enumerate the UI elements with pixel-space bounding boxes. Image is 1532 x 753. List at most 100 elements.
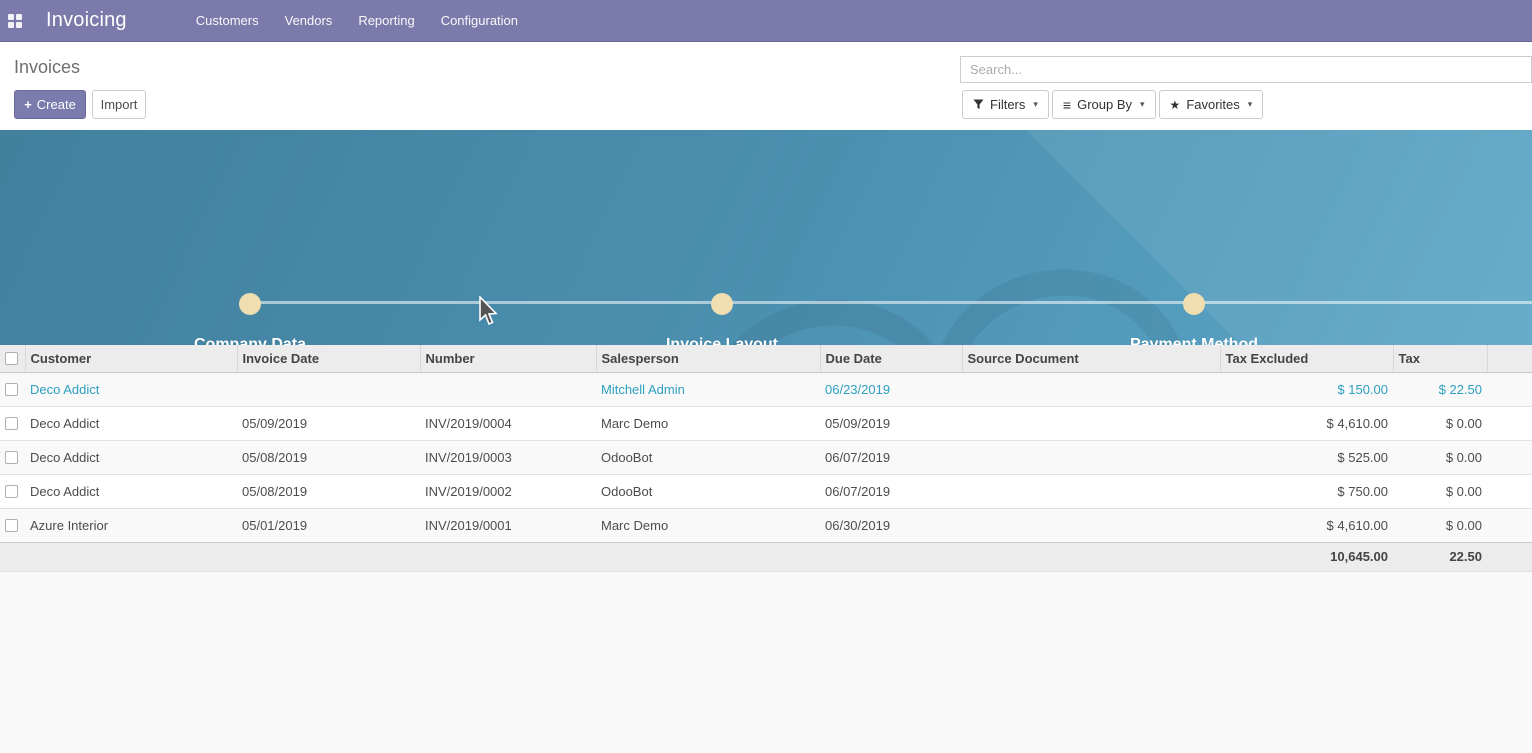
total-tax: 22.50 [1393, 542, 1487, 571]
cell-number[interactable]: INV/2019/0002 [420, 474, 596, 508]
page-title: Invoices [14, 57, 80, 78]
step-title: Payment Method [1069, 336, 1319, 345]
cell-source-document[interactable] [962, 440, 1220, 474]
chevron-down-icon: ▾ [1140, 99, 1145, 110]
cell-tax[interactable]: $ 0.00 [1393, 474, 1487, 508]
import-button-label: Import [101, 97, 138, 112]
group-by-button[interactable]: ≡ Group By ▾ [1052, 90, 1156, 119]
cell-customer[interactable]: Deco Addict [25, 440, 237, 474]
table-row[interactable]: Azure Interior 05/01/2019 INV/2019/0001 … [0, 508, 1532, 542]
row-checkbox[interactable] [5, 417, 18, 430]
cell-invoice-date[interactable]: 05/08/2019 [237, 440, 420, 474]
row-checkbox[interactable] [5, 383, 18, 396]
cell-customer[interactable]: Deco Addict [25, 474, 237, 508]
select-all-checkbox[interactable] [5, 352, 18, 365]
menu-configuration[interactable]: Configuration [428, 0, 531, 42]
favorites-button[interactable]: ★ Favorites ▾ [1159, 90, 1264, 119]
step-dot-icon [239, 293, 261, 315]
app-title[interactable]: Invoicing [46, 9, 127, 32]
favorites-button-label: Favorites [1186, 97, 1239, 112]
select-all-cell [0, 345, 25, 372]
cell-source-document[interactable] [962, 474, 1220, 508]
onboarding-step-company-data: Company Data Set your company's data for… [125, 293, 375, 345]
table-row[interactable]: Deco Addict 05/09/2019 INV/2019/0004 Mar… [0, 406, 1532, 440]
cell-tax-excluded[interactable]: $ 4,610.00 [1220, 406, 1393, 440]
cell-number[interactable] [420, 372, 596, 406]
filters-button[interactable]: Filters ▾ [962, 90, 1049, 119]
column-header-salesperson[interactable]: Salesperson [596, 345, 820, 372]
create-button[interactable]: + Create [14, 90, 86, 119]
cell-source-document[interactable] [962, 406, 1220, 440]
column-header-customer[interactable]: Customer [25, 345, 237, 372]
column-header-number[interactable]: Number [420, 345, 596, 372]
row-checkbox[interactable] [5, 451, 18, 464]
chevron-down-icon: ▾ [1033, 99, 1038, 110]
cell-salesperson[interactable]: OdooBot [596, 440, 820, 474]
cell-invoice-date[interactable]: 05/01/2019 [237, 508, 420, 542]
cell-customer[interactable]: Azure Interior [25, 508, 237, 542]
cell-due-date[interactable]: 06/07/2019 [820, 474, 962, 508]
control-panel: Invoices + Create Import Filters ▾ ≡ Gro… [0, 42, 1532, 130]
cell-number[interactable]: INV/2019/0001 [420, 508, 596, 542]
onboarding-progress-line [250, 301, 1532, 304]
cell-tax-excluded[interactable]: $ 4,610.00 [1220, 508, 1393, 542]
cell-source-document[interactable] [962, 372, 1220, 406]
cell-number[interactable]: INV/2019/0004 [420, 406, 596, 440]
cell-salesperson[interactable]: Marc Demo [596, 406, 820, 440]
menu-reporting[interactable]: Reporting [345, 0, 427, 42]
group-by-icon: ≡ [1063, 97, 1071, 113]
create-button-label: Create [37, 97, 76, 112]
invoices-table: Customer Invoice Date Number Salesperson… [0, 345, 1532, 572]
column-header-source-document[interactable]: Source Document [962, 345, 1220, 372]
cell-tax-excluded[interactable]: $ 150.00 [1220, 372, 1393, 406]
onboarding-step-invoice-layout: Invoice Layout Customize the look of you… [597, 293, 847, 345]
table-row[interactable]: Deco Addict 05/08/2019 INV/2019/0002 Odo… [0, 474, 1532, 508]
cell-salesperson[interactable]: OdooBot [596, 474, 820, 508]
cell-invoice-date[interactable]: 05/08/2019 [237, 474, 420, 508]
cell-tax-excluded[interactable]: $ 750.00 [1220, 474, 1393, 508]
navbar-menu: Customers Vendors Reporting Configuratio… [183, 0, 531, 41]
cell-due-date[interactable]: 05/09/2019 [820, 406, 962, 440]
cell-customer[interactable]: Deco Addict [25, 372, 237, 406]
table-row[interactable]: Deco Addict 05/08/2019 INV/2019/0003 Odo… [0, 440, 1532, 474]
filter-bar: Filters ▾ ≡ Group By ▾ ★ Favorites ▾ [962, 90, 1263, 119]
cell-salesperson[interactable]: Mitchell Admin [596, 372, 820, 406]
chevron-down-icon: ▾ [1248, 99, 1253, 110]
column-header-tax[interactable]: Tax [1393, 345, 1487, 372]
import-button[interactable]: Import [92, 90, 146, 119]
cell-tax[interactable]: $ 0.00 [1393, 440, 1487, 474]
apps-menu-icon[interactable] [8, 14, 22, 28]
search-input[interactable] [961, 57, 1531, 82]
column-header-invoice-date[interactable]: Invoice Date [237, 345, 420, 372]
cell-tax-excluded[interactable]: $ 525.00 [1220, 440, 1393, 474]
cell-due-date[interactable]: 06/23/2019 [820, 372, 962, 406]
search-box [960, 56, 1532, 83]
column-header-due-date[interactable]: Due Date [820, 345, 962, 372]
top-navbar: Invoicing Customers Vendors Reporting Co… [0, 0, 1532, 42]
cell-source-document[interactable] [962, 508, 1220, 542]
group-by-button-label: Group By [1077, 97, 1132, 112]
column-header-tax-excluded[interactable]: Tax Excluded [1220, 345, 1393, 372]
cell-customer[interactable]: Deco Addict [25, 406, 237, 440]
cell-number[interactable]: INV/2019/0003 [420, 440, 596, 474]
cell-due-date[interactable]: 06/30/2019 [820, 508, 962, 542]
cell-tax[interactable]: $ 0.00 [1393, 508, 1487, 542]
cell-invoice-date[interactable]: 05/09/2019 [237, 406, 420, 440]
filter-icon [973, 99, 984, 110]
table-row[interactable]: Deco Addict Mitchell Admin 06/23/2019 $ … [0, 372, 1532, 406]
cell-due-date[interactable]: 06/07/2019 [820, 440, 962, 474]
row-checkbox[interactable] [5, 485, 18, 498]
cell-tax[interactable]: $ 0.00 [1393, 406, 1487, 440]
menu-customers[interactable]: Customers [183, 0, 272, 42]
cell-invoice-date[interactable] [237, 372, 420, 406]
menu-vendors[interactable]: Vendors [272, 0, 346, 42]
total-tax-excluded: 10,645.00 [1220, 542, 1393, 571]
step-dot-icon [1183, 293, 1205, 315]
onboarding-banner: Company Data Set your company's data for… [0, 130, 1532, 345]
column-header-spacer [1487, 345, 1532, 372]
invoicing-app-screen: Invoicing Customers Vendors Reporting Co… [0, 0, 1532, 753]
plus-icon: + [24, 97, 32, 112]
row-checkbox[interactable] [5, 519, 18, 532]
cell-salesperson[interactable]: Marc Demo [596, 508, 820, 542]
cell-tax[interactable]: $ 22.50 [1393, 372, 1487, 406]
